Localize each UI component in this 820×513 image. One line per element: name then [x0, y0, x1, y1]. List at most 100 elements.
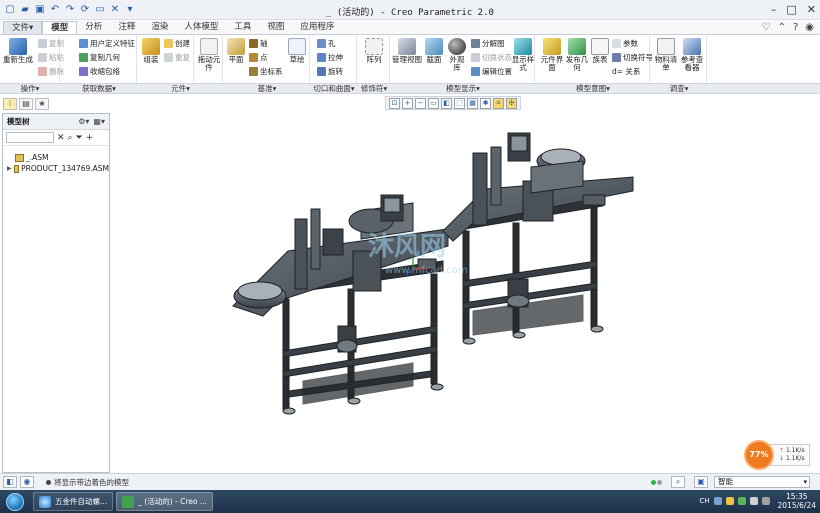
group-label-get-data[interactable]: 获取数据▾ [61, 84, 137, 94]
taskbar-item-creo[interactable]: _ (活动的) - Creo ... [116, 492, 214, 511]
group-label-investigate[interactable]: 调查▾ [651, 84, 707, 94]
datum-display-icon[interactable]: ✱ [480, 98, 491, 109]
appearance-button[interactable]: 外观库 [446, 38, 468, 72]
folder-browser-tab-icon[interactable]: ▤ [19, 98, 33, 110]
group-label-model-intent[interactable]: 模型意图▾ [536, 84, 650, 94]
parameters-button[interactable]: 参数 [612, 38, 638, 49]
tree-clear-icon[interactable]: ✕ [57, 133, 65, 143]
group-model-display: 管理视图 截面 外观库 分解图 切换状态 编辑位置 显示样式 [391, 35, 535, 83]
repeat-icon [164, 53, 173, 62]
revolve-button[interactable]: 旋转 [317, 66, 343, 77]
show-navigator-icon[interactable]: ◧ [3, 476, 17, 488]
zoom-out-icon[interactable]: − [415, 98, 426, 109]
graphics-area[interactable]: 沐风网 www.mfcad.com [113, 111, 820, 473]
find-icon[interactable]: ⌕ [671, 476, 685, 488]
language-indicator[interactable]: CH [699, 497, 709, 505]
group-label-datum[interactable]: 基准▾ [224, 84, 310, 94]
extrude-button[interactable]: 拉伸 [317, 52, 343, 63]
assemble-button[interactable]: 组装 [140, 38, 162, 64]
display-style-button[interactable]: 显示样式 [511, 38, 535, 72]
reference-viewer-button[interactable]: 参考查看器 [679, 38, 705, 72]
selection-filter-select[interactable]: 智能 [714, 476, 810, 488]
selection-buffer-icon[interactable]: ▣ [694, 476, 708, 488]
create-button[interactable]: 创建 [164, 38, 190, 49]
favorite-icon[interactable]: ♡ [762, 22, 771, 33]
minimize-icon[interactable]: – [771, 3, 777, 16]
refit-icon[interactable]: ⊡ [389, 98, 400, 109]
relations-button[interactable]: d= 关系 [612, 66, 640, 77]
ribbon-collapse-icon[interactable]: ⌃ [778, 22, 786, 33]
copy-geometry-button[interactable]: 复制几何 [79, 52, 120, 63]
view-manager-icon[interactable]: ▦ [467, 98, 478, 109]
tray-power-icon[interactable] [761, 497, 770, 505]
coord-sys-button[interactable]: 坐标系 [249, 66, 283, 77]
plane-button[interactable]: 平面 [226, 38, 246, 64]
sketch-button[interactable]: 草绘 [286, 38, 308, 64]
section-button[interactable]: 截面 [423, 38, 445, 64]
browser-toggle-icon[interactable]: ◉ [20, 476, 34, 488]
tab-applications[interactable]: 应用程序 [292, 21, 342, 34]
tree-settings-icon[interactable]: ⚙▾ [78, 117, 89, 126]
favorites-tab-icon[interactable]: ★ [35, 98, 49, 110]
saved-orientations-icon[interactable]: ⬚ [454, 98, 465, 109]
switch-symbol-button[interactable]: 切换符号 [612, 52, 653, 63]
expand-arrow-icon[interactable]: ▶ [7, 165, 12, 172]
tab-annotate[interactable]: 注释 [110, 21, 143, 34]
spin-center-icon[interactable]: ✣ [506, 98, 517, 109]
edit-position-button[interactable]: 编辑位置 [471, 66, 512, 77]
drag-components-button[interactable]: 拖动元件 [197, 38, 221, 72]
regeneration-status-icon[interactable] [651, 479, 662, 485]
tree-node-root[interactable]: _.ASM [3, 152, 109, 163]
tab-render[interactable]: 渲染 [143, 21, 176, 34]
binoculars-icon[interactable]: ⌕ [68, 133, 73, 143]
group-label-cuts-surfaces[interactable]: 切口和曲面▾ [311, 84, 357, 94]
user-feature-button[interactable]: 用户定义特征 [79, 38, 135, 49]
tab-file[interactable]: 文件▾ [3, 21, 43, 34]
hole-button[interactable]: 孔 [317, 38, 336, 49]
tray-network-icon[interactable] [737, 497, 746, 505]
zoom-in-icon[interactable]: + [402, 98, 413, 109]
tray-security-icon[interactable] [725, 497, 734, 505]
maximize-icon[interactable]: □ [786, 3, 796, 16]
network-speed-widget[interactable]: 77% ↑ 1.1K/s ↓ 1.1K/s [744, 440, 810, 470]
clock[interactable]: 15:35 2015/6/24 [778, 492, 816, 510]
taskbar-item-browser[interactable]: 五金件自动螺... [33, 492, 114, 511]
point-button[interactable]: 点 [249, 52, 268, 63]
group-label-model-display[interactable]: 模型显示▾ [391, 84, 535, 94]
help-icon[interactable]: ? [793, 22, 798, 33]
bom-button[interactable]: 物料清单 [654, 38, 678, 72]
close-icon[interactable]: ✕ [807, 3, 816, 16]
tab-manikin[interactable]: 人体模型 [176, 21, 226, 34]
repeat-button[interactable]: 重复 [164, 52, 190, 63]
settings-icon[interactable]: ◉ [805, 22, 814, 33]
publish-geometry-button[interactable]: 发布几何 [565, 38, 589, 72]
start-button[interactable] [0, 491, 30, 512]
tree-node-product[interactable]: ▶ PRODUCT_134769.ASM [3, 163, 109, 174]
tab-view[interactable]: 视图 [259, 21, 292, 34]
group-label-operations[interactable]: 操作▾ [0, 84, 60, 94]
filter-icon[interactable]: ⏷ [76, 133, 83, 143]
tray-app-icon[interactable] [713, 497, 722, 505]
family-table-button[interactable]: 族表 [589, 38, 611, 64]
annotation-display-icon[interactable]: ⌗ [493, 98, 504, 109]
toggle-state-button[interactable]: 切换状态 [471, 52, 512, 63]
group-label-component[interactable]: 元件▾ [138, 84, 223, 94]
shrinkwrap-button[interactable]: 收缩包络 [79, 66, 120, 77]
tree-show-icon[interactable]: ▦▾ [93, 117, 105, 126]
tray-volume-icon[interactable] [749, 497, 758, 505]
exploded-view-button[interactable]: 分解图 [471, 38, 505, 49]
add-column-icon[interactable]: + [86, 133, 94, 143]
regenerate-button[interactable]: 重新生成 [3, 38, 33, 64]
tree-search-input[interactable] [6, 132, 54, 143]
tab-tools[interactable]: 工具 [226, 21, 259, 34]
tab-model[interactable]: 模型 [42, 21, 78, 34]
axis-button[interactable]: 轴 [249, 38, 268, 49]
display-style-menu-icon[interactable]: ◧ [441, 98, 452, 109]
group-label-modifiers[interactable]: 修饰符▾ [358, 84, 390, 94]
model-tree-tab-icon[interactable]: ⁝ [3, 98, 17, 110]
repaint-icon[interactable]: ▭ [428, 98, 439, 109]
component-interface-button[interactable]: 元件界面 [539, 38, 565, 72]
tab-analysis[interactable]: 分析 [77, 21, 110, 34]
pattern-button[interactable]: 阵列 [362, 38, 386, 64]
manage-views-button[interactable]: 管理视图 [392, 38, 422, 64]
